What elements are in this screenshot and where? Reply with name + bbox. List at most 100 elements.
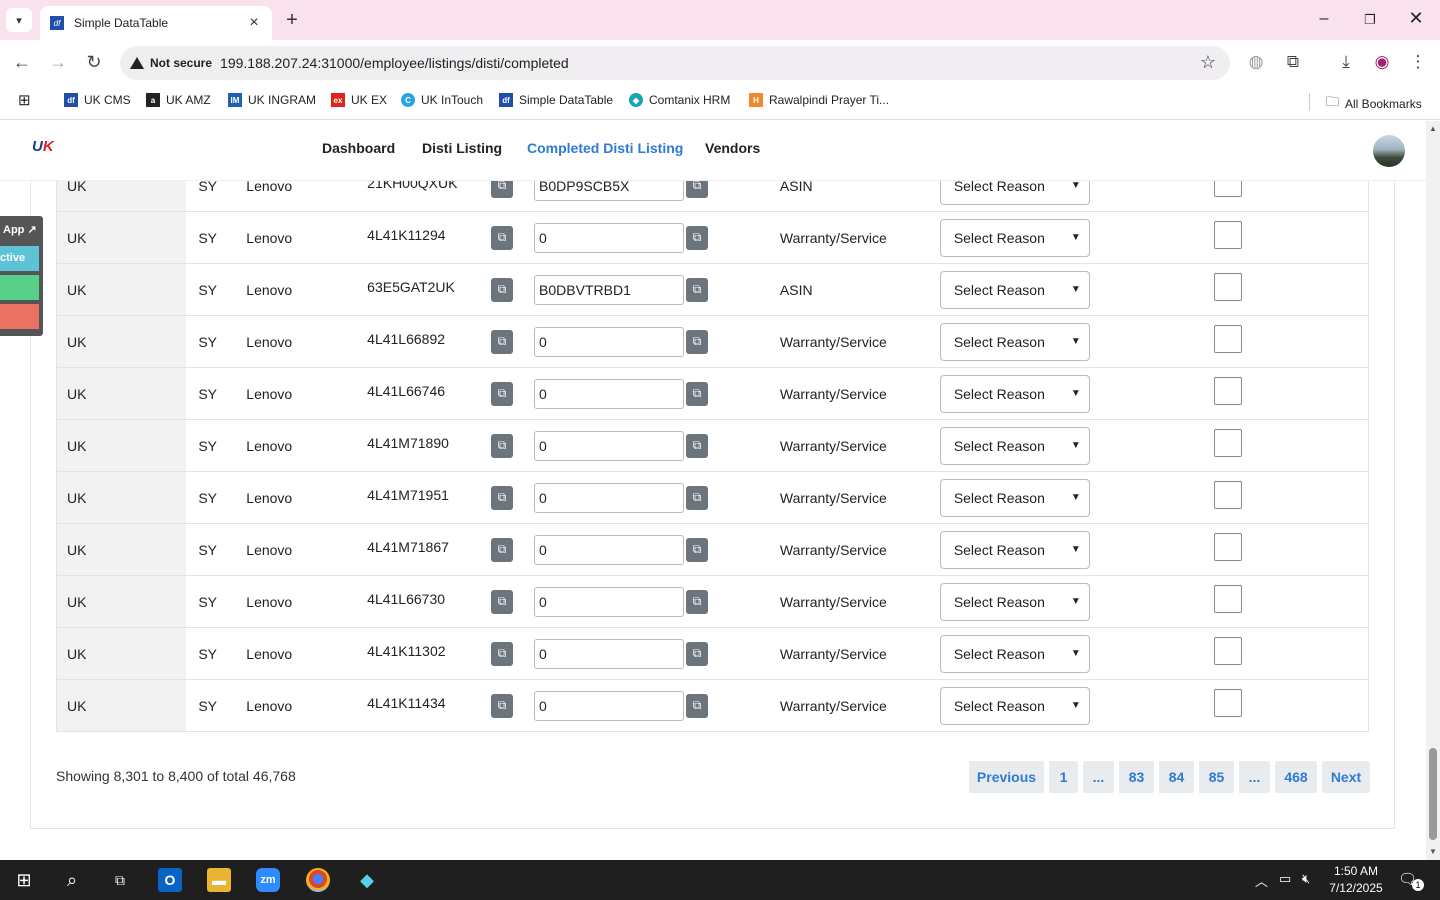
file-explorer-icon[interactable]: ▬	[207, 868, 231, 892]
scroll-up-icon[interactable]: ▲	[1429, 124, 1437, 133]
tab-close-icon[interactable]: ×	[246, 14, 262, 32]
value-input[interactable]	[534, 430, 685, 461]
row-checkbox[interactable]	[1213, 272, 1242, 301]
bookmark-simple-datatable[interactable]: df Simple DataTable	[499, 93, 613, 107]
apps-grid-icon[interactable]: ⊞	[18, 91, 31, 109]
row-checkbox[interactable]	[1213, 532, 1242, 561]
row-checkbox[interactable]	[1213, 220, 1242, 249]
value-input[interactable]	[534, 378, 685, 409]
windows-start-icon[interactable]: ⊞	[12, 868, 36, 892]
active-status-button[interactable]: ctive	[0, 246, 39, 271]
network-icon[interactable]: ▭	[1279, 871, 1291, 887]
copy-value-button[interactable]: ⧉	[686, 641, 709, 666]
page-next-button[interactable]: Next	[1322, 761, 1370, 793]
green-status-button[interactable]	[0, 275, 39, 300]
page-button-1[interactable]: 1	[1049, 761, 1078, 793]
reason-select[interactable]: Select Reason ▼	[939, 582, 1090, 621]
page-button-84[interactable]: 84	[1159, 761, 1194, 793]
page-button-468[interactable]: 468	[1275, 761, 1317, 793]
copy-part-button[interactable]: ⧉	[491, 485, 514, 510]
copy-value-button[interactable]: ⧉	[686, 277, 709, 302]
chrome-icon[interactable]	[306, 868, 330, 892]
bookmark-comtanix-hrm[interactable]: ◆ Comtanix HRM	[629, 93, 730, 107]
copy-part-button[interactable]: ⧉	[491, 693, 514, 718]
page-previous-button[interactable]: Previous	[969, 761, 1044, 793]
copy-value-button[interactable]: ⧉	[686, 485, 709, 510]
row-checkbox[interactable]	[1213, 688, 1242, 717]
nav-dashboard[interactable]: Dashboard	[322, 140, 395, 156]
row-checkbox[interactable]	[1213, 428, 1242, 457]
value-input[interactable]	[534, 326, 685, 357]
browser-tab[interactable]: df Simple DataTable ×	[40, 6, 272, 40]
reason-select[interactable]: Select Reason ▼	[939, 426, 1090, 465]
app-diamond-icon[interactable]: ◆	[355, 868, 379, 892]
extensions-icon[interactable]: ⧉	[1282, 52, 1304, 72]
row-checkbox[interactable]	[1213, 480, 1242, 509]
security-label[interactable]: Not secure	[150, 56, 212, 70]
value-input[interactable]	[534, 586, 685, 617]
nav-disti-listing[interactable]: Disti Listing	[422, 140, 502, 156]
copy-value-button[interactable]: ⧉	[686, 693, 709, 718]
bookmark-star-icon[interactable]: ☆	[1200, 52, 1216, 73]
task-view-icon[interactable]: ⧉	[108, 868, 132, 892]
reason-select[interactable]: Select Reason ▼	[939, 634, 1090, 673]
copy-part-button[interactable]: ⧉	[491, 277, 514, 302]
uk-logo[interactable]: UK	[32, 138, 60, 162]
copy-part-button[interactable]: ⧉	[491, 329, 514, 354]
value-input[interactable]	[534, 222, 685, 253]
copy-part-button[interactable]: ⧉	[491, 537, 514, 562]
bookmark-uk-cms[interactable]: df UK CMS	[64, 93, 131, 107]
reason-select[interactable]: Select Reason ▼	[939, 374, 1090, 413]
system-clock[interactable]: 1:50 AM 7/12/2025	[1320, 863, 1392, 897]
download-icon[interactable]: ⤓	[1335, 52, 1357, 72]
app-link[interactable]: App ↗	[0, 219, 40, 241]
value-input[interactable]	[534, 534, 685, 565]
avatar[interactable]	[1373, 135, 1405, 167]
reason-select[interactable]: Select Reason ▼	[939, 218, 1090, 257]
reload-icon[interactable]: ↻	[83, 52, 105, 73]
value-input[interactable]	[534, 690, 685, 721]
copy-value-button[interactable]: ⧉	[686, 329, 709, 354]
new-tab-icon[interactable]: +	[282, 9, 302, 32]
reason-select[interactable]: Select Reason ▼	[939, 322, 1090, 361]
restore-icon[interactable]: ❐	[1360, 12, 1380, 28]
outlook-icon[interactable]: O	[158, 868, 182, 892]
page-button-85[interactable]: 85	[1199, 761, 1234, 793]
forward-icon[interactable]: →	[47, 52, 69, 73]
copy-value-button[interactable]: ⧉	[686, 433, 709, 458]
close-window-icon[interactable]: ✕	[1406, 8, 1426, 29]
nav-vendors[interactable]: Vendors	[705, 140, 760, 156]
tray-chevron-icon[interactable]: ︿	[1255, 871, 1268, 890]
row-checkbox[interactable]	[1213, 324, 1242, 353]
scroll-down-icon[interactable]: ▼	[1429, 847, 1437, 856]
bookmark-uk-ex[interactable]: ex UK EX	[331, 93, 387, 107]
url-text[interactable]: 199.188.207.24:31000/employee/listings/d…	[220, 55, 569, 71]
row-checkbox[interactable]	[1213, 584, 1242, 613]
page-scrollbar[interactable]: ▲ ▼	[1426, 121, 1440, 860]
bookmark-prayer-times[interactable]: H Rawalpindi Prayer Ti...	[749, 93, 889, 107]
value-input[interactable]	[534, 274, 685, 305]
reason-select[interactable]: Select Reason ▼	[939, 530, 1090, 569]
copy-value-button[interactable]: ⧉	[686, 381, 709, 406]
nav-completed-disti-listing[interactable]: Completed Disti Listing	[527, 140, 683, 156]
copy-part-button[interactable]: ⧉	[491, 433, 514, 458]
kebab-menu-icon[interactable]: ⋮	[1407, 52, 1429, 72]
reason-select[interactable]: Select Reason ▼	[939, 686, 1090, 725]
red-status-button[interactable]	[0, 304, 39, 329]
reason-select[interactable]: Select Reason ▼	[939, 478, 1090, 517]
bookmark-uk-intouch[interactable]: C UK InTouch	[401, 93, 483, 107]
copy-part-button[interactable]: ⧉	[491, 589, 514, 614]
bookmark-uk-amz[interactable]: a UK AMZ	[146, 93, 211, 107]
zoom-icon[interactable]: zm	[256, 868, 280, 892]
translate-icon[interactable]: ◍	[1245, 52, 1267, 72]
volume-muted-icon[interactable]: 🔇︎	[1302, 871, 1310, 887]
value-input[interactable]	[534, 482, 685, 513]
row-checkbox[interactable]	[1213, 636, 1242, 665]
bookmark-uk-ingram[interactable]: IM UK INGRAM	[228, 93, 316, 107]
copy-value-button[interactable]: ⧉	[686, 225, 709, 250]
copy-value-button[interactable]: ⧉	[686, 589, 709, 614]
scrollbar-thumb[interactable]	[1429, 748, 1437, 840]
back-icon[interactable]: ←	[11, 52, 33, 73]
page-button-83[interactable]: 83	[1119, 761, 1154, 793]
value-input[interactable]	[534, 638, 685, 669]
